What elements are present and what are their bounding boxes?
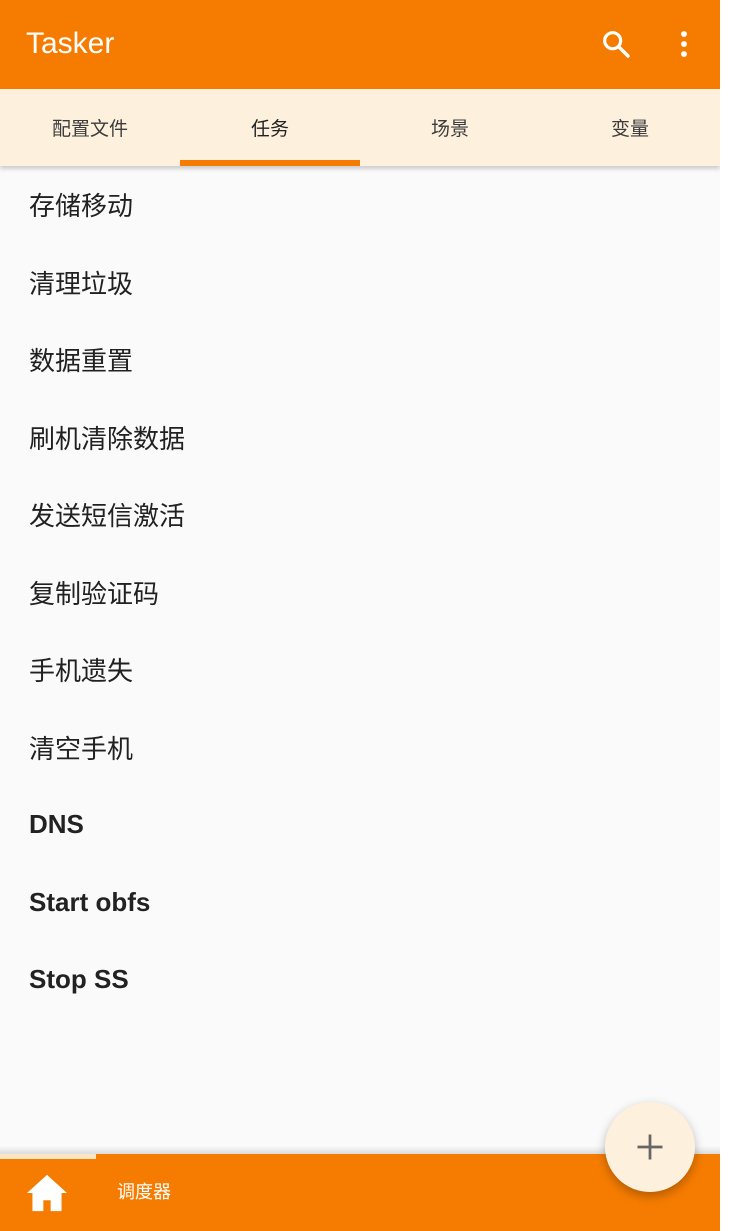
screen-margin bbox=[720, 0, 746, 1231]
app-title: Tasker bbox=[26, 27, 115, 60]
task-item-dns[interactable]: DNS bbox=[0, 786, 720, 864]
task-item-stop-ss[interactable]: Stop SS bbox=[0, 941, 720, 1019]
tab-label: 变量 bbox=[610, 118, 649, 140]
tasker-screen: Tasker 配置文件 任务 场景 变量 存储移动 清理垃圾 数据重置 刷机清除… bbox=[0, 0, 720, 1231]
task-list: 存储移动 清理垃圾 数据重置 刷机清除数据 发送短信激活 复制验证码 手机遗失 … bbox=[0, 166, 720, 1019]
task-item-start-obfs[interactable]: Start obfs bbox=[0, 864, 720, 942]
tab-bar: 配置文件 任务 场景 变量 bbox=[0, 89, 720, 166]
search-icon bbox=[603, 31, 630, 58]
task-item-send-sms-activate[interactable]: 发送短信激活 bbox=[0, 476, 720, 554]
app-bar: Tasker bbox=[0, 0, 720, 89]
task-item-clean-junk[interactable]: 清理垃圾 bbox=[0, 244, 720, 322]
bottom-bar-indicator bbox=[0, 1154, 96, 1159]
tab-profiles[interactable]: 配置文件 bbox=[0, 89, 180, 166]
more-options-button[interactable] bbox=[662, 22, 706, 66]
task-item-wipe-phone[interactable]: 清空手机 bbox=[0, 709, 720, 787]
task-item-phone-lost[interactable]: 手机遗失 bbox=[0, 631, 720, 709]
add-task-button[interactable] bbox=[605, 1102, 695, 1192]
home-button[interactable] bbox=[22, 1170, 72, 1216]
tab-scenes[interactable]: 场景 bbox=[360, 89, 540, 166]
scheduler-label[interactable]: 调度器 bbox=[117, 1181, 171, 1205]
task-item-storage-move[interactable]: 存储移动 bbox=[0, 166, 720, 244]
home-icon bbox=[27, 1174, 67, 1212]
task-item-copy-verification-code[interactable]: 复制验证码 bbox=[0, 554, 720, 632]
tab-variables[interactable]: 变量 bbox=[540, 89, 720, 166]
plus-icon bbox=[637, 1134, 663, 1160]
task-item-data-reset[interactable]: 数据重置 bbox=[0, 321, 720, 399]
tab-label: 场景 bbox=[430, 118, 469, 140]
more-vert-icon bbox=[681, 31, 687, 57]
tab-label: 任务 bbox=[250, 118, 289, 140]
tab-label: 配置文件 bbox=[51, 118, 128, 140]
task-item-flash-wipe-data[interactable]: 刷机清除数据 bbox=[0, 399, 720, 477]
active-tab-indicator bbox=[180, 160, 360, 166]
tab-tasks[interactable]: 任务 bbox=[180, 89, 360, 166]
search-button[interactable] bbox=[594, 22, 638, 66]
